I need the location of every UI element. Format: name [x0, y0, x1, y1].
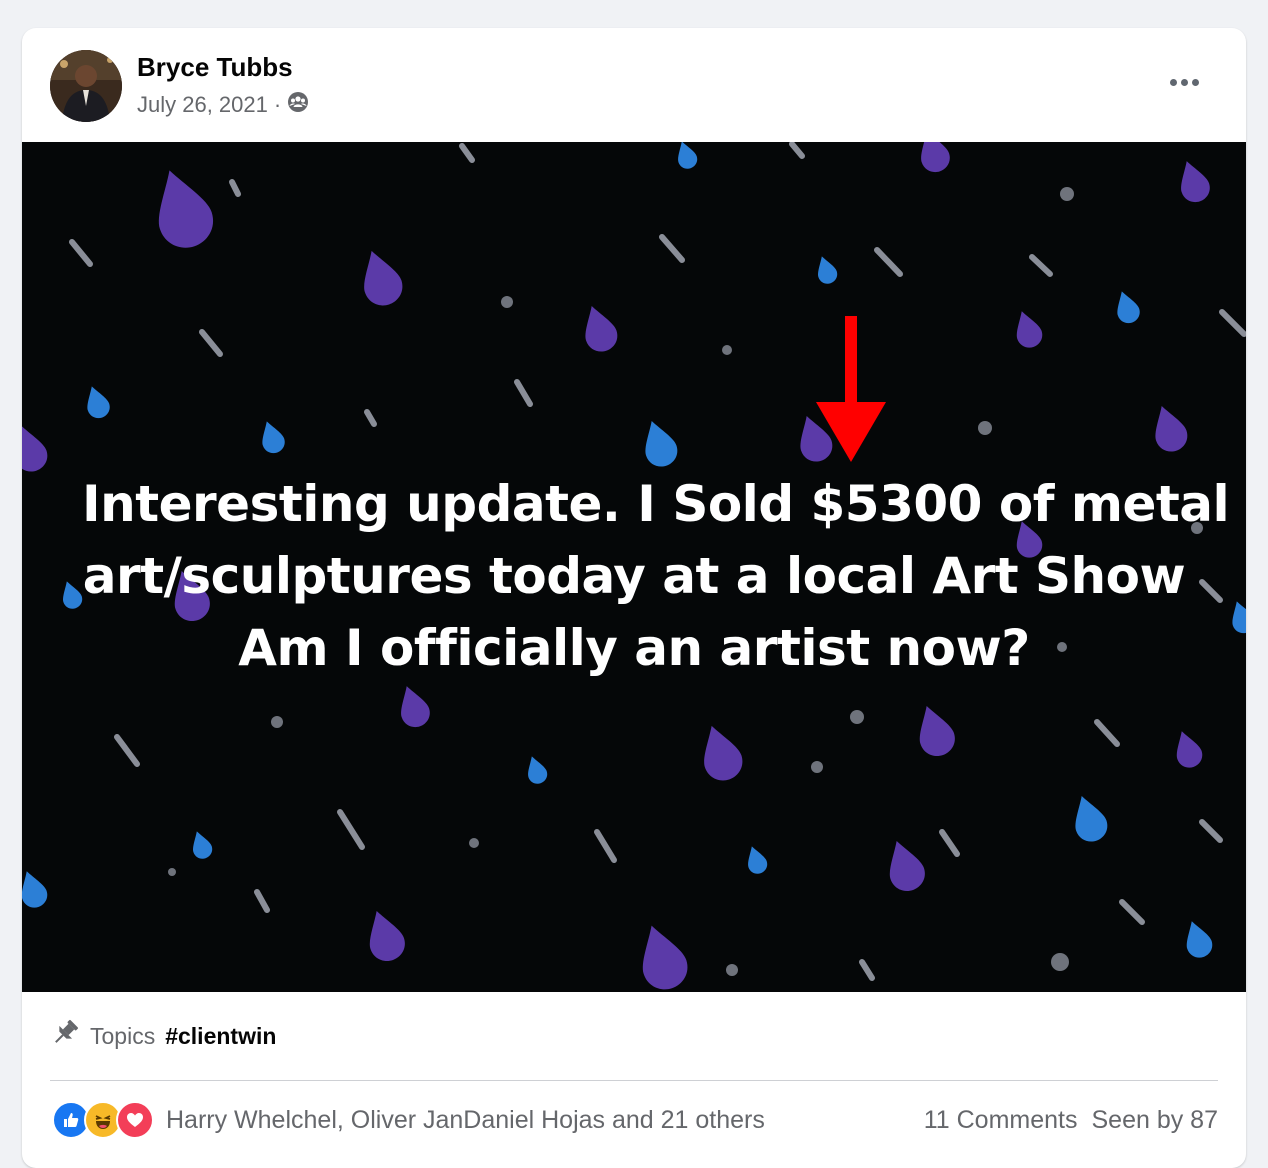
post-text-line: art/sculptures today at a local Art Show [82, 547, 1186, 605]
more-options-button[interactable] [1162, 68, 1206, 96]
comments-count[interactable]: 11 Comments [924, 1106, 1078, 1135]
pushpin-icon [50, 1018, 80, 1054]
post-stats: 11 Comments Seen by 87 [924, 1106, 1218, 1135]
meta-separator: · [273, 92, 282, 117]
reaction-icons[interactable] [52, 1101, 154, 1139]
post-text-line: Am I officially an artist now? [238, 619, 1030, 677]
post-image[interactable]: Interesting update. I Sold $5300 of meta… [22, 142, 1246, 992]
topic-tag[interactable]: #clientwin [165, 1023, 276, 1050]
reactions-row: Harry Whelchel, Oliver JanDaniel Hojas a… [52, 1100, 1218, 1140]
more-options-icon [1169, 78, 1177, 86]
post-meta: July 26, 2021 · [137, 91, 309, 119]
love-icon [116, 1101, 154, 1139]
post-image-text: Interesting update. I Sold $5300 of meta… [82, 468, 1230, 684]
topics-label: Topics [90, 1022, 156, 1049]
group-icon [287, 91, 309, 119]
avatar[interactable] [50, 50, 122, 122]
post-date[interactable]: July 26, 2021 [137, 92, 268, 118]
seen-by-count[interactable]: Seen by 87 [1092, 1106, 1219, 1135]
annotation-arrow [816, 316, 886, 469]
reactors-text[interactable]: Harry Whelchel, Oliver JanDaniel Hojas a… [166, 1106, 924, 1135]
post-card: Bryce Tubbs July 26, 2021 · Interesting … [22, 28, 1246, 1168]
author-name[interactable]: Bryce Tubbs [137, 52, 293, 83]
post-text-line: Interesting update. I Sold $5300 of meta… [82, 475, 1230, 533]
divider [50, 1080, 1218, 1081]
topics-row: Topics #clientwin [50, 1018, 276, 1054]
